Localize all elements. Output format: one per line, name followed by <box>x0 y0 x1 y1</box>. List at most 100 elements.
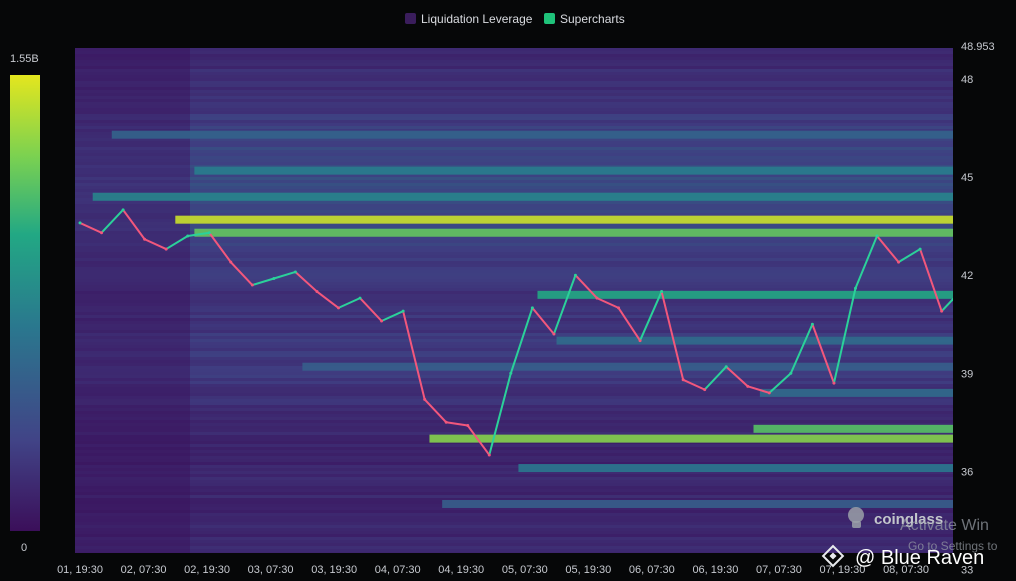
heatmap-stripe <box>75 405 190 408</box>
legend-label-liquidation-leverage: Liquidation Leverage <box>421 12 533 26</box>
liquidation-band <box>175 215 953 224</box>
heatmap-stripe <box>75 330 190 333</box>
price-point <box>315 290 319 294</box>
heatmap-stripe <box>75 339 190 342</box>
liquidation-band <box>302 362 953 371</box>
heatmap-stripe <box>190 249 953 252</box>
heatmap-stripe <box>190 90 953 93</box>
price-point <box>940 309 944 313</box>
x-tick-label: 04, 07:30 <box>375 564 421 576</box>
heatmap-stripe <box>190 420 953 423</box>
price-point <box>164 247 168 251</box>
heatmap-stripe <box>190 474 953 477</box>
x-tick-label: 06, 19:30 <box>692 564 738 576</box>
heatmap-stripe <box>190 486 953 489</box>
heatmap-stripe <box>190 327 953 330</box>
heatmap-stripe <box>75 357 190 360</box>
heatmap-stripe <box>190 108 953 111</box>
heatmap-stripe <box>75 546 190 549</box>
legend-item-supercharts[interactable]: Supercharts <box>544 12 625 26</box>
heatmap-stripe <box>75 75 190 78</box>
heatmap-stripe <box>75 471 190 474</box>
heatmap-stripe <box>75 276 190 279</box>
heatmap-stripe <box>190 102 953 105</box>
heatmap-stripe <box>75 423 190 426</box>
heatmap-stripe <box>75 318 190 321</box>
price-point <box>875 234 879 238</box>
x-tick-label: 04, 19:30 <box>438 564 484 576</box>
price-point <box>143 237 147 241</box>
price-point <box>380 319 384 323</box>
heatmap-stripe <box>75 324 190 327</box>
heatmap-stripe <box>75 78 190 81</box>
heatmap-stripe <box>75 411 190 414</box>
heatmap-stripe <box>75 294 190 297</box>
heatmap-stripe <box>75 516 190 519</box>
heatmap-stripe <box>190 147 953 150</box>
heatmap-stripe <box>75 372 190 375</box>
price-point <box>767 391 771 395</box>
heatmap-stripe <box>190 81 953 84</box>
heatmap-stripe <box>75 102 190 105</box>
heatmap-stripe <box>75 201 190 204</box>
legend-item-liquidation-leverage[interactable]: Liquidation Leverage <box>405 12 533 26</box>
legend: Liquidation Leverage Supercharts <box>405 12 625 26</box>
x-tick-label: 03, 07:30 <box>248 564 294 576</box>
heatmap-stripe <box>190 300 953 303</box>
heatmap-stripe <box>190 204 953 207</box>
heatmap-stripe <box>75 162 190 165</box>
heatmap-stripe <box>75 474 190 477</box>
heatmap-stripe <box>190 381 953 384</box>
heatmap-stripe <box>75 207 190 210</box>
heatmap-stripe <box>75 282 190 285</box>
heatmap-stripe <box>75 393 190 396</box>
price-point <box>401 309 405 313</box>
price-point <box>487 453 491 457</box>
heatmap-stripe <box>190 273 953 276</box>
price-point <box>509 371 513 375</box>
heatmap-stripe <box>190 480 953 483</box>
heatmap-stripe <box>190 240 953 243</box>
heatmap-stripe <box>190 126 953 129</box>
heatmap-stripe <box>75 315 190 318</box>
heatmap-stripe <box>75 465 190 468</box>
heatmap-stripe <box>190 75 953 78</box>
heatmap-stripe <box>190 267 953 270</box>
heatmap-stripe <box>75 105 190 108</box>
price-point <box>746 384 750 388</box>
heatmap-stripe <box>75 495 190 498</box>
heatmap-stripe <box>190 378 953 381</box>
heatmap-stripe <box>75 510 190 513</box>
heatmap-stripe <box>190 96 953 99</box>
heatmap-stripe <box>190 417 953 420</box>
heatmap-stripe <box>75 183 190 186</box>
heatmap-stripe <box>190 459 953 462</box>
heatmap-stripe <box>190 144 953 147</box>
heatmap-stripe <box>75 150 190 153</box>
heatmap-stripe <box>75 204 190 207</box>
heatmap-stripe <box>75 426 190 429</box>
heatmap-stripe <box>190 84 953 87</box>
heatmap-stripe <box>75 90 190 93</box>
x-tick-label: 06, 07:30 <box>629 564 675 576</box>
price-point <box>207 231 211 235</box>
heatmap-stripe <box>75 54 190 57</box>
heatmap-stripe <box>190 414 953 417</box>
heatmap-stripe <box>190 456 953 459</box>
heatmap-stripe <box>75 408 190 411</box>
heatmap-stripe <box>190 111 953 114</box>
heatmap-stripe <box>190 537 953 540</box>
heatmap-stripe <box>75 177 190 180</box>
heatmap-stripe <box>75 513 190 516</box>
heatmap-stripe <box>75 348 190 351</box>
heatmap-stripe <box>190 114 953 117</box>
heatmap-stripe <box>75 120 190 123</box>
heatmap-stripe <box>75 522 190 525</box>
heatmap-stripe <box>190 276 953 279</box>
price-point <box>336 306 340 310</box>
heatmap-stripe <box>75 153 190 156</box>
heatmap-stripe <box>75 435 190 438</box>
heatmap-stripe <box>190 159 953 162</box>
heatmap-stripe <box>190 162 953 165</box>
heatmap-stripe <box>75 171 190 174</box>
